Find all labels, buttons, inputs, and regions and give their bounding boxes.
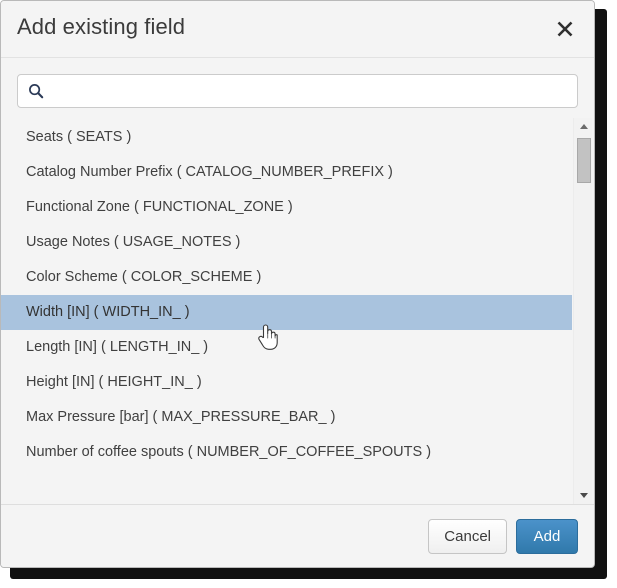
list-item[interactable]: Usage Notes ( USAGE_NOTES ) bbox=[1, 225, 572, 260]
search-field-container bbox=[17, 74, 578, 108]
dialog-footer: Cancel Add bbox=[1, 505, 594, 567]
list-item[interactable]: Height [IN] ( HEIGHT_IN_ ) bbox=[1, 365, 572, 400]
dialog-body: Seats ( SEATS )Catalog Number Prefix ( C… bbox=[1, 58, 594, 505]
scrollbar-track[interactable] bbox=[574, 135, 592, 487]
close-x-icon bbox=[555, 19, 575, 39]
close-button[interactable] bbox=[549, 13, 581, 45]
dialog-title: Add existing field bbox=[17, 14, 185, 40]
list-item[interactable]: Max Pressure [bar] ( MAX_PRESSURE_BAR_ ) bbox=[1, 400, 572, 435]
list-item[interactable]: Functional Zone ( FUNCTIONAL_ZONE ) bbox=[1, 190, 572, 225]
field-list-scrollbar[interactable] bbox=[573, 118, 592, 504]
list-item[interactable]: Width [IN] ( WIDTH_IN_ ) bbox=[1, 295, 572, 330]
triangle-down-icon bbox=[580, 493, 588, 498]
screen: Add existing field Seats ( SEATS )Catalo… bbox=[0, 0, 617, 588]
add-button[interactable]: Add bbox=[516, 519, 578, 554]
scroll-up-button[interactable] bbox=[574, 118, 593, 135]
field-list-region: Seats ( SEATS )Catalog Number Prefix ( C… bbox=[1, 118, 594, 505]
triangle-up-icon bbox=[580, 124, 588, 129]
search-input[interactable] bbox=[17, 74, 578, 108]
list-item[interactable]: Seats ( SEATS ) bbox=[1, 120, 572, 155]
add-existing-field-dialog: Add existing field Seats ( SEATS )Catalo… bbox=[0, 0, 595, 568]
list-item[interactable]: Length [IN] ( LENGTH_IN_ ) bbox=[1, 330, 572, 365]
list-item[interactable]: Catalog Number Prefix ( CATALOG_NUMBER_P… bbox=[1, 155, 572, 190]
list-item[interactable]: Color Scheme ( COLOR_SCHEME ) bbox=[1, 260, 572, 295]
field-list: Seats ( SEATS )Catalog Number Prefix ( C… bbox=[1, 118, 572, 470]
field-list-scroll-area[interactable]: Seats ( SEATS )Catalog Number Prefix ( C… bbox=[1, 118, 572, 504]
cancel-button[interactable]: Cancel bbox=[428, 519, 507, 554]
scrollbar-thumb[interactable] bbox=[577, 138, 591, 183]
dialog-header: Add existing field bbox=[1, 1, 594, 58]
list-item[interactable]: Number of coffee spouts ( NUMBER_OF_COFF… bbox=[1, 435, 572, 470]
scroll-down-button[interactable] bbox=[574, 487, 593, 504]
